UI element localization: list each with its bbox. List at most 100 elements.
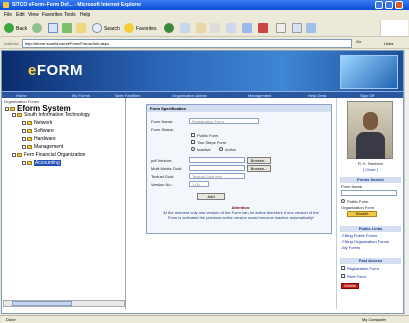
folder-icon — [27, 136, 32, 141]
tools-icon[interactable] — [292, 23, 302, 33]
expand-icon[interactable] — [22, 136, 26, 141]
add-button[interactable]: Add — [197, 193, 225, 200]
user-name: R. K. Neshem — [358, 161, 383, 166]
back-icon[interactable] — [4, 23, 14, 33]
inactive-label: Inactive — [197, 147, 211, 152]
research-icon[interactable] — [276, 23, 286, 33]
print-icon[interactable] — [210, 23, 220, 33]
search-button[interactable]: Search — [347, 211, 377, 217]
two-steps-checkbox[interactable] — [191, 140, 195, 144]
fast-rent-form[interactable]: Rent Form — [347, 274, 366, 279]
status-zone: My Computer — [362, 317, 387, 322]
edit-icon[interactable] — [226, 23, 236, 33]
version-label: Version No.: — [151, 182, 173, 187]
delete-button[interactable]: Delete — [341, 283, 359, 289]
public-form-label: Public Form — [197, 133, 219, 138]
inactive-radio[interactable] — [191, 147, 195, 151]
tree-node-accounting[interactable]: Accounting — [22, 160, 61, 166]
folder-icon — [10, 106, 15, 111]
scroll-thumb[interactable] — [12, 301, 72, 306]
folder-icon — [17, 152, 22, 157]
public-form-search-radio[interactable] — [341, 199, 345, 203]
status-bar: Done My Computer — [0, 315, 409, 323]
expand-icon[interactable] — [12, 152, 16, 157]
form-search-input[interactable] — [341, 190, 397, 196]
two-steps-label: Two Steps Form — [197, 140, 227, 145]
active-radio[interactable] — [219, 147, 223, 151]
form-spec-panel: Form Specification Form Name: Registrati… — [146, 104, 332, 234]
expand-icon[interactable] — [5, 106, 9, 111]
discuss-icon[interactable] — [242, 23, 252, 33]
favorites-label[interactable]: Favorites — [136, 26, 157, 32]
form-name-label: Form Name: — [151, 119, 174, 124]
expand-icon[interactable] — [22, 160, 26, 165]
forward-icon[interactable] — [32, 23, 42, 33]
page-vscrollbar[interactable] — [404, 50, 409, 314]
expand-icon[interactable] — [12, 112, 16, 117]
org-form-search-label: Organization Form — [341, 205, 375, 210]
menu-edit[interactable]: Edit — [16, 12, 25, 18]
refresh-icon[interactable] — [62, 23, 72, 33]
registration-form-checkbox[interactable] — [341, 266, 345, 270]
textual-input[interactable]: Textual Guid text — [189, 173, 245, 179]
attention-text: At the moment only one version of the Fo… — [163, 210, 319, 220]
expand-icon[interactable] — [22, 128, 26, 133]
tree-hscrollbar[interactable] — [3, 300, 125, 307]
tree-node-hardware[interactable]: Hardware — [22, 136, 56, 142]
link-filling-org-forms[interactable]: -Filling Organization Forms — [341, 239, 389, 244]
page-viewport: eFORM Home My Forms Table Facilities Org… — [1, 50, 404, 314]
public-form-checkbox[interactable] — [191, 133, 195, 137]
textual-label: Textual Guid: — [151, 174, 175, 179]
search-icon[interactable] — [92, 23, 102, 33]
tree-node-software[interactable]: Software — [22, 128, 54, 134]
search-label[interactable]: Search — [104, 26, 120, 32]
stop-icon[interactable] — [48, 23, 58, 33]
fast-registration-form[interactable]: Registration Form — [347, 266, 379, 271]
folder-icon — [27, 160, 32, 165]
pdf-version-input[interactable] — [189, 157, 245, 163]
menu-bar: File Edit View Favorites Tools Help — [0, 11, 409, 19]
pdf-browse-button[interactable]: Browse... — [247, 157, 271, 164]
folder-icon — [17, 112, 22, 117]
multimedia-input[interactable] — [189, 165, 245, 171]
history-icon[interactable] — [180, 23, 190, 33]
address-input[interactable]: http://eform.sowtht.com/eForm/Forms/Info… — [22, 39, 352, 48]
messenger-icon[interactable] — [258, 23, 268, 33]
user-close-link[interactable]: [ Close ] — [337, 167, 404, 172]
windows-logo-icon — [380, 20, 408, 36]
form-name-input[interactable]: Registration Form — [189, 118, 259, 124]
expand-icon[interactable] — [22, 120, 26, 125]
links-label[interactable]: Links — [384, 41, 393, 46]
link-filling-public-forms[interactable]: -Filling Public Forms — [341, 233, 377, 238]
tree-node-fern-financial[interactable]: Fern Financial Organization — [12, 152, 85, 158]
expand-icon[interactable] — [22, 144, 26, 149]
tree-node-south-it[interactable]: South Information Technology — [12, 112, 90, 118]
eform-logo[interactable]: eFORM — [28, 62, 83, 79]
menu-file[interactable]: File — [4, 12, 12, 18]
window-icon[interactable] — [306, 23, 316, 33]
maximize-button[interactable] — [385, 1, 393, 9]
link-my-forms[interactable]: -My Forms — [341, 245, 360, 250]
version-input[interactable]: 1.00 — [189, 181, 209, 187]
forms-search-header: Forms Search — [340, 177, 401, 183]
menu-tools[interactable]: Tools — [64, 12, 76, 18]
mail-icon[interactable] — [196, 23, 206, 33]
menu-view[interactable]: View — [28, 12, 39, 18]
favorites-icon[interactable] — [124, 23, 134, 33]
media-icon[interactable] — [164, 23, 174, 33]
active-label: Active — [225, 147, 236, 152]
back-label[interactable]: Back — [16, 26, 27, 32]
close-button[interactable] — [395, 1, 403, 9]
go-button[interactable]: Go — [356, 39, 374, 48]
multimedia-browse-button[interactable]: Browse... — [247, 165, 271, 172]
right-sidebar: R. K. Neshem [ Close ] Forms Search Form… — [336, 98, 403, 309]
tree-node-management[interactable]: Management — [22, 144, 63, 150]
menu-help[interactable]: Help — [80, 12, 90, 18]
menu-favorites[interactable]: Favorites — [42, 12, 63, 18]
minimize-button[interactable] — [375, 1, 383, 9]
home-icon[interactable] — [76, 23, 86, 33]
rent-form-checkbox[interactable] — [341, 274, 345, 278]
form-status-label: Form Status: — [151, 127, 174, 132]
tree-node-network[interactable]: Network — [22, 120, 52, 126]
pdf-version-label: pdf Version: — [151, 158, 173, 163]
